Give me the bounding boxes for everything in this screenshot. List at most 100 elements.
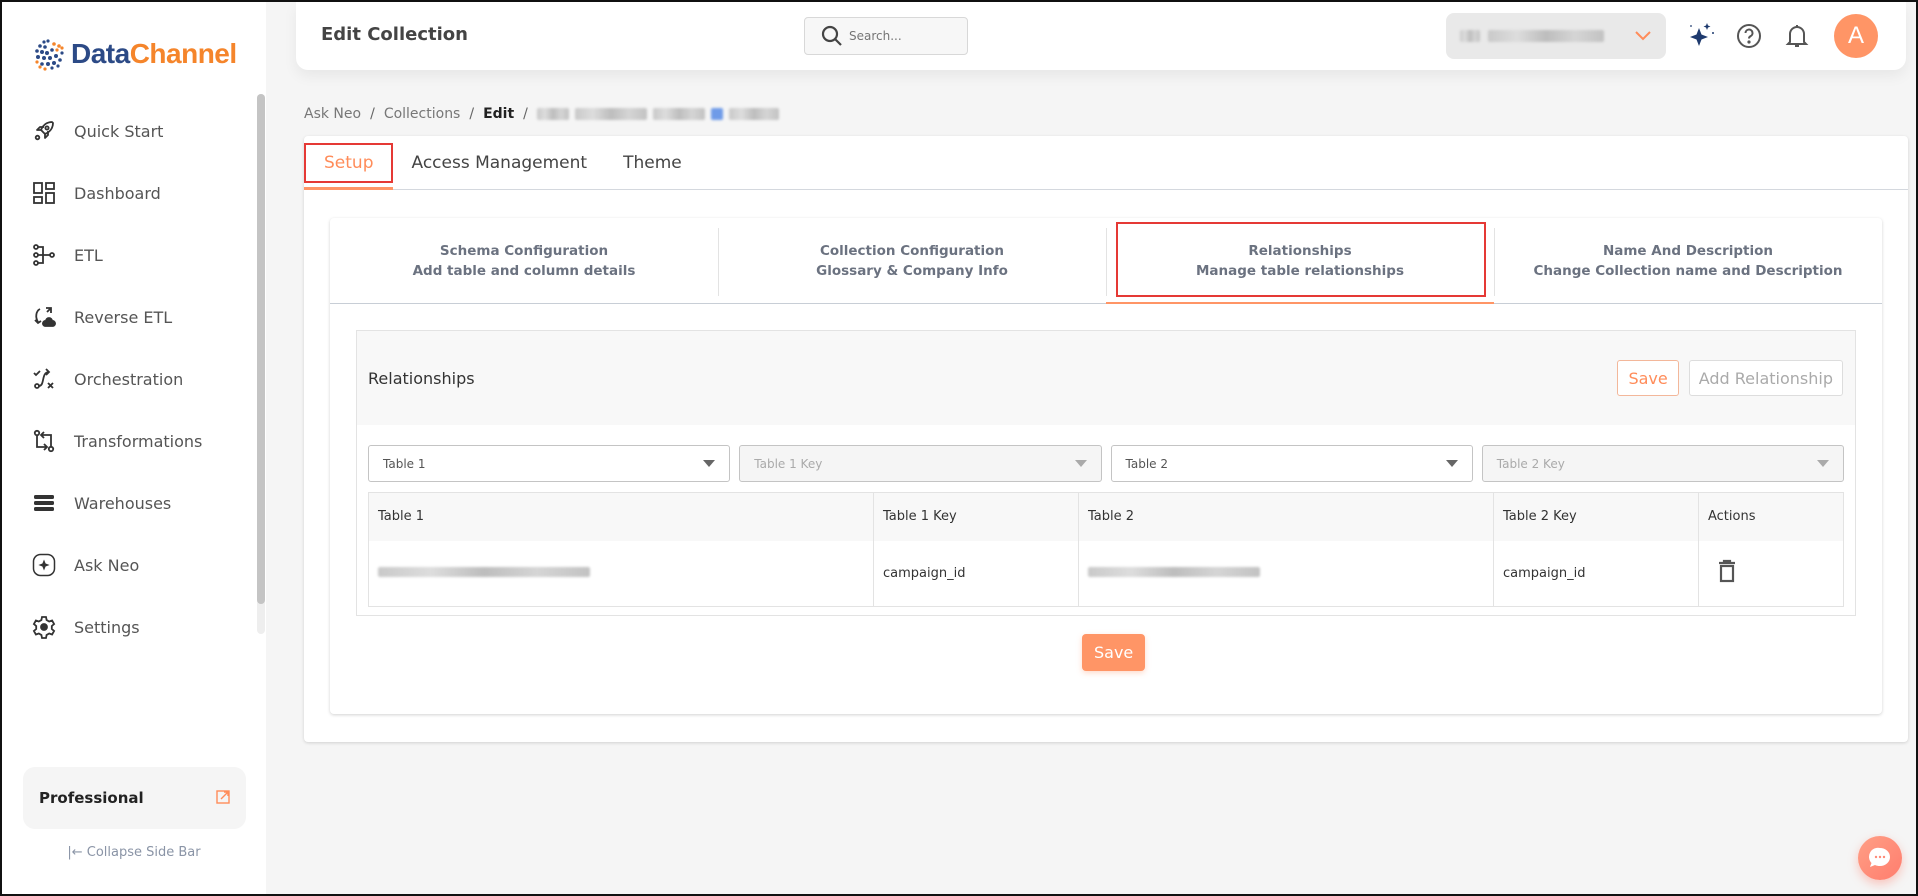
chevron-down-icon <box>1635 31 1651 41</box>
ask-neo-icon <box>30 551 58 579</box>
help-icon[interactable] <box>1734 21 1764 51</box>
user-avatar[interactable]: A <box>1834 14 1878 58</box>
breadcrumb-separator: / <box>523 106 528 122</box>
sidebar-item-settings[interactable]: Settings <box>2 596 252 658</box>
step-title: Name And Description <box>1602 242 1774 259</box>
caret-down-icon <box>1074 460 1087 467</box>
sidebar-item-label: Reverse ETL <box>74 307 173 327</box>
add-relationship-button[interactable]: Add Relationship <box>1688 360 1843 396</box>
column-header-table1: Table 1 <box>368 492 874 541</box>
relationships-panel: Relationships Save Add Relationship Tabl… <box>356 330 1856 616</box>
tab-setup[interactable]: Setup <box>304 143 394 190</box>
step-subtitle: Change Collection name and Description <box>1533 262 1843 279</box>
cell-table2-key: campaign_id <box>1493 540 1699 607</box>
sidebar-item-ask-neo[interactable]: Ask Neo <box>2 534 252 596</box>
external-link-icon[interactable] <box>216 789 230 808</box>
workspace-selector[interactable] <box>1446 13 1666 59</box>
top-header: Edit Collection A <box>296 2 1906 70</box>
breadcrumb-separator: / <box>469 106 475 122</box>
tab-access-management[interactable]: Access Management <box>393 136 605 190</box>
orchestration-icon <box>30 365 58 393</box>
table2-key-select[interactable]: Table 2 Key <box>1481 445 1844 482</box>
sidebar-item-dashboard[interactable]: Dashboard <box>2 162 252 224</box>
save-relationships-button[interactable]: Save <box>1617 360 1679 396</box>
breadcrumb: Ask Neo / Collections / Edit / <box>304 106 779 122</box>
transformations-icon <box>30 427 58 455</box>
caret-down-icon <box>1817 460 1829 467</box>
sidebar-item-warehouses[interactable]: Warehouses <box>2 472 252 534</box>
relationship-selects: Table 1 Table 1 Key Table 2 Table 2 Key <box>357 425 1855 482</box>
breadcrumb-separator: / <box>370 106 375 122</box>
breadcrumb-ask-neo[interactable]: Ask Neo <box>304 106 361 122</box>
table1-key-select[interactable]: Table 1 Key <box>739 445 1102 482</box>
column-header-table2: Table 2 <box>1078 492 1494 541</box>
sidebar-item-reverse-etl[interactable]: Reverse ETL <box>2 286 252 348</box>
sidebar-item-label: Settings <box>74 617 140 637</box>
page-title: Edit Collection <box>321 24 468 45</box>
step-title: Schema Configuration <box>439 242 609 259</box>
sidebar-item-etl[interactable]: ETL <box>2 224 252 286</box>
cell-table1 <box>368 540 874 607</box>
table2-select[interactable]: Table 2 <box>1110 445 1473 482</box>
setup-steps: Schema Configuration Add table and colum… <box>330 218 1882 304</box>
relationships-header: Relationships Save Add Relationship <box>357 331 1855 425</box>
table-row: campaign_id campaign_id <box>368 540 1844 607</box>
search-input[interactable] <box>849 29 949 43</box>
blurred-table-name <box>1088 566 1260 577</box>
relationships-title: Relationships <box>368 368 475 388</box>
main-tabs: Setup Access Management Theme <box>304 136 1908 190</box>
notification-bell-icon[interactable] <box>1782 21 1812 51</box>
sidebar-item-orchestration[interactable]: Orchestration <box>2 348 252 410</box>
step-schema-configuration[interactable]: Schema Configuration Add table and colum… <box>330 218 718 303</box>
step-collection-configuration[interactable]: Collection Configuration Glossary & Comp… <box>718 218 1106 303</box>
delete-trash-icon[interactable] <box>1718 559 1736 583</box>
caret-down-icon <box>1445 460 1458 467</box>
table2-select-placeholder: Table 2 <box>1125 456 1168 471</box>
table1-key-select-placeholder: Table 1 Key <box>754 456 823 471</box>
sidebar-item-quick-start[interactable]: Quick Start <box>2 100 252 162</box>
plan-card[interactable]: Professional <box>23 767 246 829</box>
table1-select-placeholder: Table 1 <box>383 456 426 471</box>
step-name-and-description[interactable]: Name And Description Change Collection n… <box>1494 218 1882 303</box>
breadcrumb-collection-name <box>536 108 779 120</box>
search-box[interactable] <box>804 17 968 55</box>
step-relationships[interactable]: Relationships Manage table relationships <box>1106 218 1494 304</box>
tab-theme[interactable]: Theme <box>605 136 700 190</box>
step-highlight-box <box>1116 222 1486 297</box>
column-header-table2-key: Table 2 Key <box>1493 492 1699 541</box>
step-title: Collection Configuration <box>819 242 1005 259</box>
sidebar-item-label: Quick Start <box>74 121 164 141</box>
sidebar-item-label: Dashboard <box>74 183 161 203</box>
sidebar-item-label: Ask Neo <box>74 555 140 575</box>
sidebar-scrollbar[interactable] <box>257 94 265 634</box>
dashboard-icon <box>30 179 58 207</box>
breadcrumb-edit: Edit <box>483 106 515 122</box>
brand-name-part2: Channel <box>129 38 237 69</box>
sidebar-item-label: Orchestration <box>74 369 184 389</box>
logo-globe-icon <box>35 39 64 71</box>
brand-name-part1: Data <box>71 38 130 69</box>
table2-key-select-placeholder: Table 2 Key <box>1496 456 1565 471</box>
save-button[interactable]: Save <box>1082 634 1146 671</box>
ai-sparkle-icon[interactable] <box>1686 21 1716 51</box>
search-icon <box>821 25 842 46</box>
sidebar-scrollbar-thumb[interactable] <box>257 94 265 604</box>
sidebar-item-label: ETL <box>74 245 103 265</box>
collapse-sidebar-button[interactable]: |← Collapse Side Bar <box>2 845 266 860</box>
edit-collection-card: Setup Access Management Theme Schema Con… <box>304 136 1908 742</box>
cell-actions <box>1698 540 1844 607</box>
breadcrumb-collections[interactable]: Collections <box>384 106 461 122</box>
blurred-table-name <box>378 566 590 577</box>
setup-card: Schema Configuration Add table and colum… <box>330 218 1882 714</box>
chat-bubble-icon <box>1868 847 1890 867</box>
sidebar-item-label: Transformations <box>74 431 203 451</box>
table1-select[interactable]: Table 1 <box>368 445 731 482</box>
rocket-icon <box>30 117 58 145</box>
relationships-table: Table 1 Table 1 Key Table 2 Table 2 Key … <box>368 492 1844 607</box>
chat-support-button[interactable] <box>1858 836 1902 880</box>
brand-logo[interactable]: DataChannel <box>32 36 237 72</box>
gear-icon <box>30 613 58 641</box>
sidebar-item-transformations[interactable]: Transformations <box>2 410 252 472</box>
reverse-etl-icon <box>30 303 58 331</box>
column-header-actions: Actions <box>1698 492 1844 541</box>
